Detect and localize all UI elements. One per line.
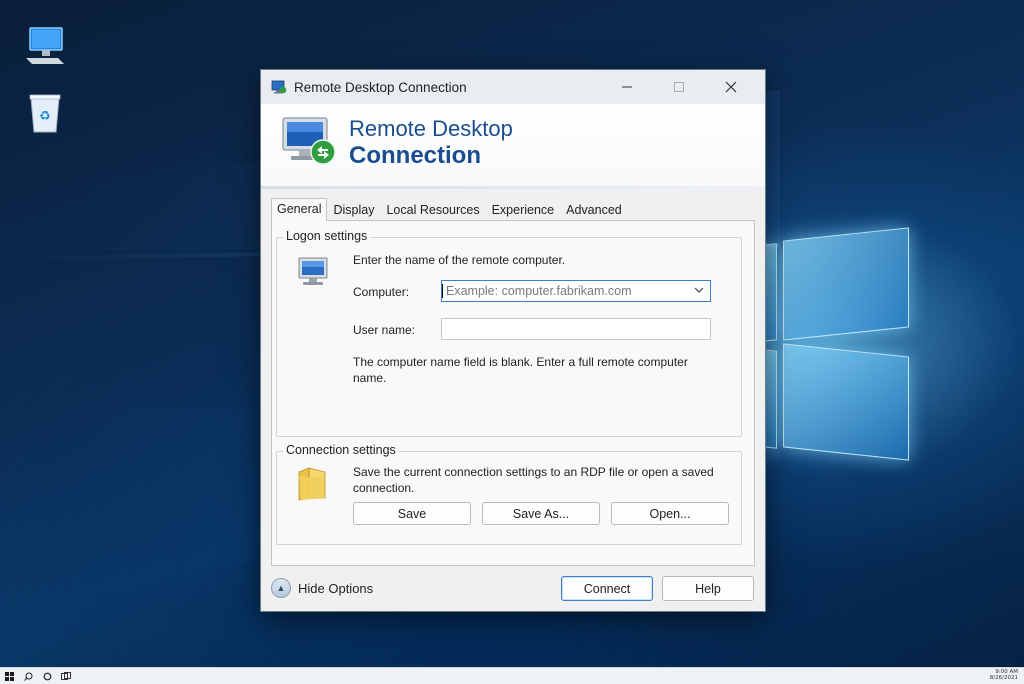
chevron-up-icon: ▲ <box>271 578 291 598</box>
general-tab-panel: Logon settings Enter the name of the rem… <box>271 220 755 566</box>
minimize-icon <box>622 86 632 88</box>
folder-icon <box>298 467 326 501</box>
maximize-icon <box>674 82 684 92</box>
tab-experience[interactable]: Experience <box>486 199 561 220</box>
start-button[interactable] <box>3 670 15 682</box>
system-clock[interactable]: 9:00 AM 8/26/2021 <box>990 669 1018 681</box>
blank-name-warning: The computer name field is blank. Enter … <box>353 355 688 385</box>
close-button[interactable] <box>705 70 757 104</box>
chevron-down-icon[interactable] <box>694 285 704 298</box>
remote-desktop-monitor-icon <box>282 117 336 165</box>
connection-settings-group: Connection settings Save the current con… <box>276 443 742 545</box>
task-view-button[interactable] <box>60 670 72 682</box>
username-label: User name: <box>353 323 416 337</box>
maximize-button[interactable] <box>653 70 705 104</box>
help-button[interactable]: Help <box>662 576 754 601</box>
svg-text:♻: ♻ <box>39 109 51 124</box>
this-pc-desktop-icon[interactable] <box>20 20 70 70</box>
windows-logo-wallpaper <box>763 226 913 466</box>
window-title: Remote Desktop Connection <box>294 79 467 95</box>
search-icon <box>23 672 32 681</box>
search-button[interactable] <box>22 670 34 682</box>
tab-local-resources[interactable]: Local Resources <box>380 199 485 220</box>
open-button[interactable]: Open... <box>611 502 729 525</box>
cortana-circle-icon <box>43 672 51 680</box>
computer-placeholder: Example: computer.fabrikam.com <box>446 284 632 298</box>
task-view-icon <box>61 671 71 680</box>
banner-title-line1: Remote Desktop <box>349 116 513 141</box>
dialog-footer: ▲ Hide Options Connect Help <box>261 570 765 610</box>
logon-instruction: Enter the name of the remote computer. <box>353 253 566 267</box>
recycle-bin-desktop-icon[interactable]: ♻ <box>20 88 70 138</box>
banner-stripe <box>261 186 765 189</box>
computer-combobox[interactable]: Example: computer.fabrikam.com <box>441 280 711 302</box>
computer-icon <box>298 257 328 285</box>
save-as-button[interactable]: Save As... <box>482 502 600 525</box>
connection-settings-label: Connection settings <box>283 443 399 457</box>
close-icon <box>725 81 737 93</box>
save-button[interactable]: Save <box>353 502 471 525</box>
hide-options-label: Hide Options <box>298 580 374 596</box>
remote-desktop-window: Remote Desktop Connection Remote Desktop… <box>260 69 766 612</box>
title-bar[interactable]: Remote Desktop Connection <box>261 70 765 104</box>
tab-display[interactable]: Display <box>327 199 380 220</box>
hide-options-toggle[interactable]: ▲ Hide Options <box>271 578 373 598</box>
taskbar: 9:00 AM 8/26/2021 <box>0 667 1024 684</box>
app-banner: Remote Desktop Connection <box>261 104 765 189</box>
remote-desktop-app-icon <box>271 80 287 94</box>
windows-start-icon <box>4 671 14 681</box>
username-field[interactable] <box>441 318 711 340</box>
computer-label: Computer: <box>353 285 410 299</box>
logon-settings-group: Logon settings Enter the name of the rem… <box>276 229 742 437</box>
tab-advanced[interactable]: Advanced <box>560 199 628 220</box>
cortana-button[interactable] <box>41 670 53 682</box>
connect-button[interactable]: Connect <box>561 576 653 601</box>
minimize-button[interactable] <box>601 70 653 104</box>
connection-description: Save the current connection settings to … <box>353 465 714 495</box>
text-caret <box>442 284 443 298</box>
banner-title-line2: Connection <box>349 142 481 169</box>
tab-general[interactable]: General <box>271 198 328 221</box>
tab-strip: General Display Local Resources Experien… <box>271 198 628 221</box>
logon-settings-label: Logon settings <box>283 229 371 243</box>
clock-date: 8/26/2021 <box>989 675 1018 681</box>
